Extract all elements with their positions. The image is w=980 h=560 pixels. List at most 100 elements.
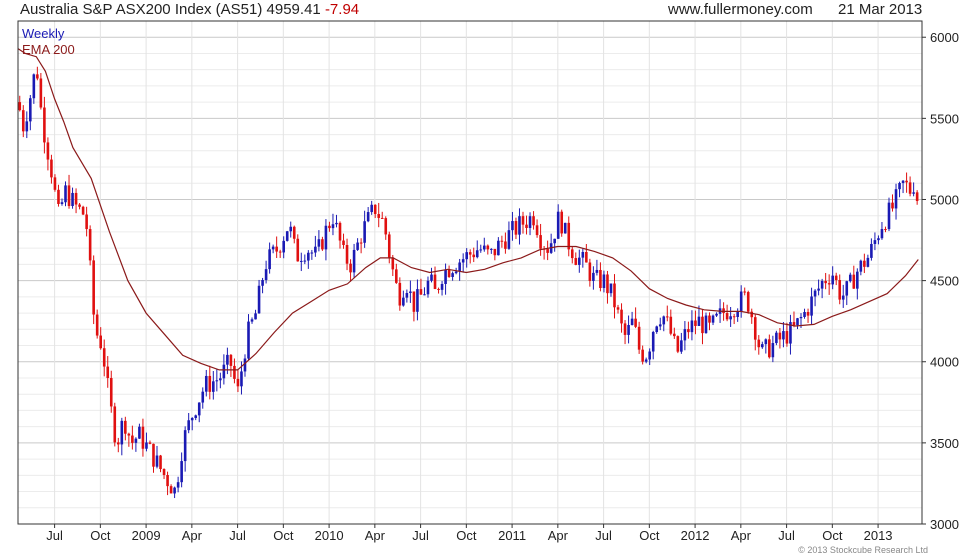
candle-body	[701, 316, 704, 334]
candle-body	[813, 290, 817, 297]
x-tick-label: Jul	[229, 528, 246, 543]
candle-body	[785, 331, 789, 344]
candle-body	[673, 333, 676, 337]
candle-body	[482, 245, 486, 250]
candle-body	[841, 295, 845, 300]
candle-body	[458, 262, 461, 272]
candle-body	[74, 192, 78, 205]
candle-body	[665, 316, 669, 318]
candle-body	[162, 469, 166, 476]
candle-body	[887, 202, 891, 230]
candle-body	[120, 420, 124, 445]
candle-body	[145, 442, 148, 449]
candle-body	[680, 340, 683, 352]
candle-body	[395, 269, 398, 283]
candle-body	[257, 285, 261, 314]
candle-body	[113, 406, 117, 443]
candle-body	[81, 206, 85, 215]
candle-body	[856, 271, 859, 289]
candle-body	[254, 313, 257, 320]
candle-body	[190, 417, 194, 421]
candle-body	[53, 177, 57, 190]
candle-body	[233, 365, 236, 379]
candle-body	[683, 329, 687, 341]
candle-body	[268, 249, 271, 270]
candle-body	[532, 216, 535, 226]
y-tick-label: 3000	[930, 517, 959, 532]
candle-body	[236, 378, 240, 387]
candle-body	[356, 242, 359, 250]
candle-body	[613, 283, 616, 308]
candle-body	[493, 248, 497, 256]
candle-body	[303, 260, 307, 262]
candle-body	[440, 283, 444, 290]
price-chart: 3000 3500 4000 4500 5000 5500 6000 Jul Oct 2009 Ap…	[17, 20, 959, 543]
candle-body	[57, 189, 60, 204]
candle-body	[616, 307, 620, 310]
candle-body	[535, 225, 539, 236]
candle-body	[46, 142, 50, 160]
candle-body	[204, 375, 208, 392]
candle-body	[634, 318, 637, 327]
candle-body	[528, 216, 532, 228]
candle-body	[352, 249, 356, 273]
candle-body	[768, 339, 771, 358]
candle-body	[285, 231, 289, 241]
candle-body	[292, 226, 296, 239]
candle-body	[187, 420, 190, 431]
candle-body	[349, 263, 352, 273]
candle-body	[743, 291, 747, 293]
candle-body	[282, 240, 285, 253]
candle-body	[553, 238, 556, 244]
candle-body	[39, 78, 43, 108]
candle-body	[468, 252, 472, 255]
candle-body	[486, 245, 490, 250]
candle-body	[574, 258, 578, 265]
candle-body	[317, 239, 321, 247]
candle-body	[60, 202, 64, 204]
candle-body	[222, 364, 226, 379]
candle-body	[912, 192, 915, 194]
candle-body	[669, 316, 673, 334]
candle-body	[180, 461, 183, 483]
copyright-credit: © 2013 Stockcube Research Ltd	[798, 545, 928, 555]
candle-body	[771, 343, 775, 358]
candle-body	[29, 98, 32, 122]
y-tick-label: 5500	[930, 111, 959, 126]
candle-body	[799, 316, 803, 319]
candle-body	[25, 121, 29, 132]
candle-body	[810, 296, 813, 316]
candle-body	[757, 339, 761, 348]
candle-body	[908, 182, 912, 194]
candle-body	[507, 230, 511, 249]
candle-body	[746, 292, 750, 312]
x-tick-label: Oct	[639, 528, 660, 543]
candle-body	[208, 375, 212, 392]
candle-body	[345, 245, 349, 264]
candle-body	[778, 332, 782, 340]
candle-body	[891, 202, 894, 209]
candle-body	[806, 312, 810, 316]
candle-body	[176, 482, 180, 488]
x-tick-label: Oct	[456, 528, 477, 543]
candle-body	[229, 354, 233, 366]
candle-body	[490, 248, 493, 250]
candle-body	[852, 274, 856, 289]
candle-body	[775, 332, 778, 344]
candle-body	[525, 224, 528, 228]
candle-body	[567, 222, 571, 250]
candle-body	[627, 325, 630, 335]
candle-body	[848, 274, 852, 282]
candle-body	[314, 246, 317, 253]
candle-body	[324, 225, 328, 250]
candle-body	[820, 280, 824, 289]
candle-body	[905, 180, 908, 183]
y-tick-label: 4000	[930, 355, 959, 370]
candle-body	[676, 336, 680, 352]
candle-body	[915, 192, 919, 201]
candle-body	[461, 259, 465, 263]
y-tick-label: 5000	[930, 192, 959, 207]
candle-body	[197, 402, 201, 416]
candle-body	[102, 348, 106, 367]
candle-body	[563, 222, 567, 234]
